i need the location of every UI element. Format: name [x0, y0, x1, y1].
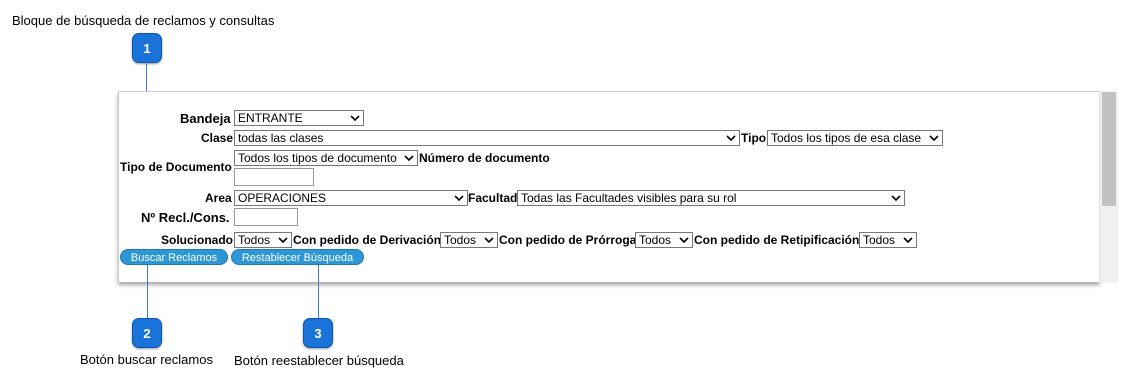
retipificacion-value: Todos	[863, 233, 896, 247]
retipificacion-select[interactable]: Todos	[859, 232, 917, 248]
tipo-label: Tipo	[741, 131, 767, 145]
derivacion-value: Todos	[444, 233, 477, 247]
facultad-value: Todas las Facultades visibles para su ro…	[521, 191, 737, 205]
callout-1: 1	[132, 33, 162, 63]
derivacion-label: Con pedido de Derivación	[293, 233, 442, 247]
solucionado-label: Solucionado	[161, 233, 233, 247]
chevron-down-icon	[726, 135, 736, 142]
callout-2: 2	[132, 318, 162, 348]
callout-3-leader	[318, 265, 319, 319]
numero-documento-label: Número de documento	[419, 151, 550, 165]
chevron-down-icon	[454, 195, 464, 202]
tipo-value: Todos los tipos de esa clase	[771, 131, 922, 145]
bandeja-label: Bandeja	[180, 111, 231, 126]
bandeja-select[interactable]: ENTRANTE	[234, 110, 364, 126]
area-label: Area	[205, 191, 232, 205]
tipo-documento-label: Tipo de Documento	[120, 160, 232, 174]
tipo-documento-value: Todos los tipos de documento	[238, 151, 397, 165]
retipificacion-label: Con pedido de Retipificación	[694, 233, 860, 247]
callout-2-caption: Botón buscar reclamos	[80, 352, 213, 367]
callout-2-leader	[147, 265, 148, 319]
chevron-down-icon	[903, 237, 913, 244]
chevron-down-icon	[484, 237, 494, 244]
tipo-select[interactable]: Todos los tipos de esa clase	[767, 130, 943, 146]
numero-documento-input[interactable]	[234, 168, 314, 186]
doc-title: Bloque de búsqueda de reclamos y consult…	[12, 13, 275, 28]
callout-3: 3	[303, 318, 333, 348]
solucionado-select[interactable]: Todos	[234, 232, 292, 248]
chevron-down-icon	[679, 237, 689, 244]
vertical-scrollbar[interactable]	[1099, 91, 1118, 283]
chevron-down-icon	[278, 237, 288, 244]
prorroga-value: Todos	[639, 233, 672, 247]
bandeja-value: ENTRANTE	[238, 111, 303, 125]
area-select[interactable]: OPERACIONES	[234, 190, 468, 206]
facultad-label: Facultad	[468, 191, 518, 205]
scrollbar-thumb[interactable]	[1102, 92, 1116, 206]
recl-label: Nº Recl./Cons.	[141, 210, 230, 225]
chevron-down-icon	[350, 115, 360, 122]
search-panel: Bandeja ENTRANTE Clase todas las clases …	[118, 91, 1100, 282]
clase-label: Clase	[201, 131, 234, 145]
clase-select[interactable]: todas las clases	[234, 130, 740, 146]
callout-3-caption: Botón reestablecer búsqueda	[234, 353, 404, 368]
prorroga-label: Con pedido de Prórroga	[499, 233, 637, 247]
tipo-documento-select[interactable]: Todos los tipos de documento	[234, 150, 418, 166]
recl-input[interactable]	[234, 208, 298, 226]
solucionado-value: Todos	[238, 233, 271, 247]
prorroga-select[interactable]: Todos	[635, 232, 693, 248]
area-value: OPERACIONES	[238, 191, 327, 205]
chevron-down-icon	[929, 135, 939, 142]
restablecer-busqueda-button[interactable]: Restablecer Búsqueda	[231, 249, 364, 265]
clase-value: todas las clases	[238, 131, 324, 145]
facultad-select[interactable]: Todas las Facultades visibles para su ro…	[517, 190, 905, 206]
buscar-reclamos-button[interactable]: Buscar Reclamos	[120, 249, 228, 265]
chevron-down-icon	[404, 155, 414, 162]
derivacion-select[interactable]: Todos	[440, 232, 498, 248]
chevron-down-icon	[891, 195, 901, 202]
